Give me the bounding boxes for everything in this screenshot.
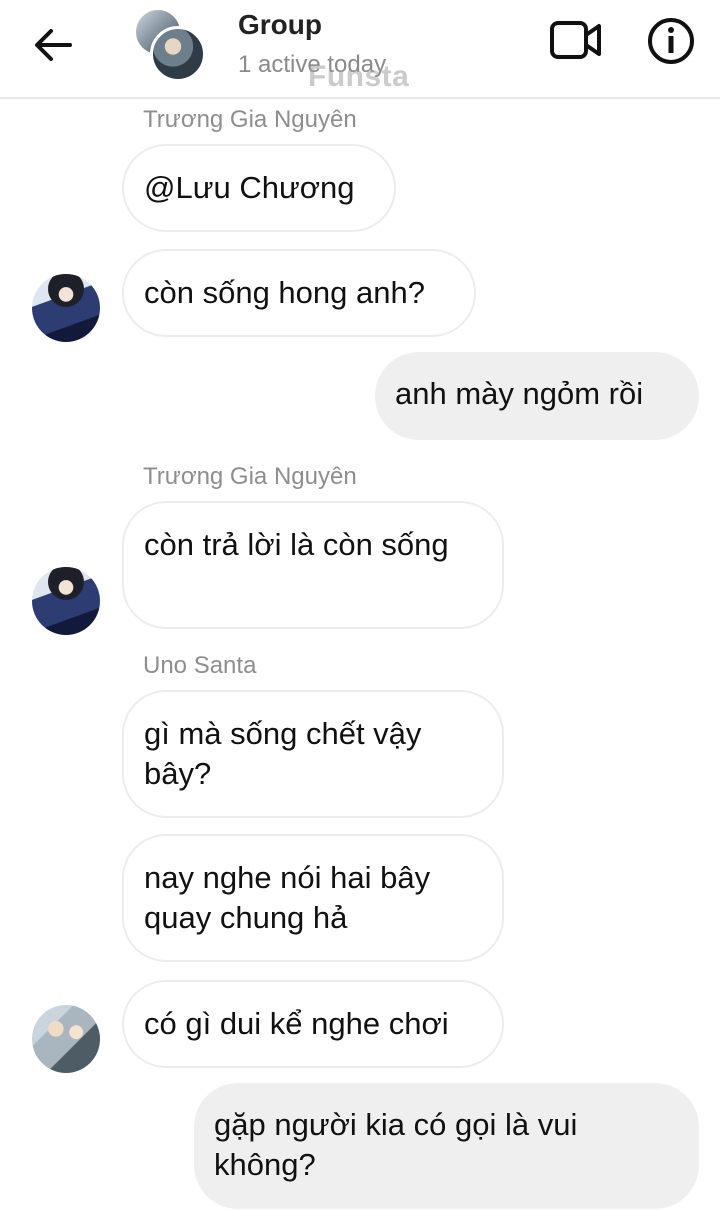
sender-name: Trương Gia Nguyên [143, 463, 357, 490]
sender-name: Uno Santa [143, 652, 257, 679]
watermark: Funsta [308, 60, 410, 93]
avatar[interactable] [32, 567, 100, 635]
chat-title[interactable]: Group [238, 9, 322, 41]
video-call-button[interactable] [549, 19, 603, 61]
message-bubble[interactable]: còn sống hong anh? [122, 249, 476, 337]
info-button[interactable] [646, 16, 696, 66]
chat-header: Group 1 active today Funsta [0, 0, 720, 99]
avatar[interactable] [32, 274, 100, 342]
message-bubble[interactable]: gì mà sống chết vậy bây? [122, 690, 504, 818]
message-bubble[interactable]: anh mày ngỏm rồi [375, 352, 699, 440]
video-camera-icon [550, 21, 601, 59]
sender-name: Trương Gia Nguyên [143, 106, 357, 133]
avatar[interactable] [32, 1005, 100, 1073]
avatar [150, 26, 206, 82]
group-avatar[interactable] [134, 8, 206, 82]
message-bubble[interactable]: @Lưu Chương [122, 144, 396, 232]
message-bubble[interactable]: còn trả lời là còn sống [122, 501, 504, 629]
info-icon [648, 18, 694, 64]
back-button[interactable] [30, 22, 76, 68]
message-bubble[interactable]: có gì dui kể nghe chơi [122, 980, 504, 1068]
arrow-left-icon [35, 29, 72, 61]
message-bubble[interactable]: nay nghe nói hai bây quay chung hả [122, 834, 504, 962]
message-bubble[interactable]: gặp người kia có gọi là vui không? [194, 1083, 699, 1209]
